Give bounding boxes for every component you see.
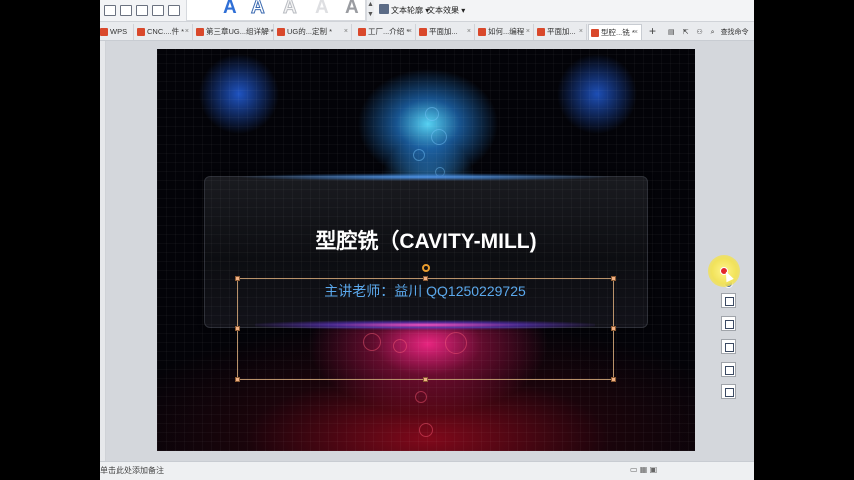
decorative-ring (415, 391, 427, 403)
decorative-ring (413, 149, 425, 161)
left-black-bar (0, 0, 100, 480)
text-effect-button[interactable]: 文本效果 ▾ (427, 4, 465, 18)
search-icon[interactable]: ⌕ (711, 29, 715, 37)
wps-logo-icon (100, 28, 108, 36)
tab-document[interactable]: 平面加... × (417, 24, 475, 40)
close-icon[interactable]: × (634, 25, 638, 41)
right-black-bar (754, 0, 854, 480)
tab-document[interactable]: CNC....件 * × (135, 24, 193, 40)
document-icon (419, 28, 427, 36)
grid-icon[interactable] (168, 5, 180, 16)
document-icon (537, 28, 545, 36)
document-icon (591, 29, 599, 37)
wordart-style-gallery: A A A A A (186, 0, 366, 21)
wordart-style-outline-blue[interactable]: A (251, 0, 266, 19)
text-outline-icon (379, 4, 389, 14)
gallery-scroll-down-icon[interactable]: ▼ (367, 10, 374, 20)
slide-thumbnail-panel[interactable] (100, 41, 106, 461)
layout-icon[interactable] (136, 5, 148, 16)
tab-document[interactable]: 工厂...介绍 * × (356, 24, 416, 40)
document-icon (478, 28, 486, 36)
close-icon[interactable]: × (526, 24, 530, 40)
close-icon[interactable]: × (408, 24, 412, 40)
search-command[interactable]: 查找命令 (721, 29, 749, 36)
tab-document[interactable]: UG的...定制 * × (275, 24, 352, 40)
share-icon[interactable]: ⇱ (683, 28, 689, 36)
fill-icon[interactable] (721, 316, 736, 331)
paste-icon[interactable] (104, 5, 116, 16)
tab-document[interactable]: 如何...编程 × (476, 24, 534, 40)
collaborate-icon[interactable]: ⚇ (696, 28, 702, 36)
document-icon (196, 28, 204, 36)
document-icon (277, 28, 285, 36)
document-icon (358, 28, 366, 36)
resize-handle[interactable] (423, 276, 428, 281)
shape-icon[interactable] (152, 5, 164, 16)
resize-handle[interactable] (611, 326, 616, 331)
tab-document-active[interactable]: 型腔...铣 * × (588, 24, 642, 40)
tab-document[interactable]: 平面加... × (535, 24, 587, 40)
tab-document[interactable]: 第三章UG...组详解 * × (194, 24, 274, 40)
gallery-scroll[interactable]: ▲ ▼ (366, 0, 374, 21)
rotate-handle[interactable] (422, 264, 430, 272)
gallery-scroll-up-icon[interactable]: ▲ (367, 0, 374, 10)
resize-handle[interactable] (611, 276, 616, 281)
close-icon[interactable]: × (579, 24, 583, 40)
slide-title[interactable]: 型腔铣（CAVITY-MILL) (204, 225, 648, 255)
resize-handle[interactable] (235, 377, 240, 382)
resize-handle[interactable] (423, 377, 428, 382)
comment-icon[interactable]: ▤ (668, 28, 675, 36)
close-icon[interactable]: × (266, 24, 270, 40)
text-outline-button[interactable]: 文本轮廓 ▾ (379, 4, 429, 18)
tab-toolbar: ▤ ⇱ ⚇ ⌕ 查找命令 (668, 27, 749, 37)
notes-pane[interactable]: 单击此处添加备注 ▭ ▦ ▣ (100, 461, 754, 480)
close-icon[interactable]: × (185, 24, 189, 40)
close-icon[interactable]: × (344, 24, 348, 40)
decorative-ring (431, 129, 447, 145)
wordart-style-gray[interactable]: A (315, 0, 329, 19)
text-align-icon[interactable] (721, 384, 736, 399)
wps-presentation-window: A A A A A ▲ ▼ 文本轮廓 ▾ 文本效果 ▾ WPS CNC....件… (100, 0, 754, 480)
slide-canvas[interactable]: 型腔铣（CAVITY-MILL) 主讲老师：益川 QQ1250229725 (157, 49, 695, 451)
resize-handle[interactable] (235, 326, 240, 331)
tab-wps-home[interactable]: WPS (100, 24, 134, 40)
ribbon-toolbar: A A A A A ▲ ▼ 文本轮廓 ▾ 文本效果 ▾ (100, 0, 754, 22)
close-icon[interactable]: × (467, 24, 471, 40)
resize-handle[interactable] (611, 377, 616, 382)
decorative-ring (425, 107, 439, 121)
wordart-style-blue[interactable]: A (223, 0, 237, 19)
resize-handle[interactable] (235, 276, 240, 281)
new-tab-button[interactable]: + (649, 24, 656, 38)
shape-style-icon[interactable] (721, 293, 736, 308)
wordart-style-light[interactable]: A (283, 0, 298, 19)
decorative-ring (419, 423, 433, 437)
subtitle-selection-frame[interactable] (237, 278, 614, 380)
wordart-style-dark[interactable]: A (345, 0, 359, 19)
document-icon (137, 28, 145, 36)
notes-placeholder[interactable]: 单击此处添加备注 (100, 465, 164, 476)
view-mode-icons[interactable]: ▭ ▦ ▣ (630, 465, 657, 474)
table-icon[interactable] (120, 5, 132, 16)
layers-icon[interactable] (721, 362, 736, 377)
outline-icon[interactable] (721, 339, 736, 354)
